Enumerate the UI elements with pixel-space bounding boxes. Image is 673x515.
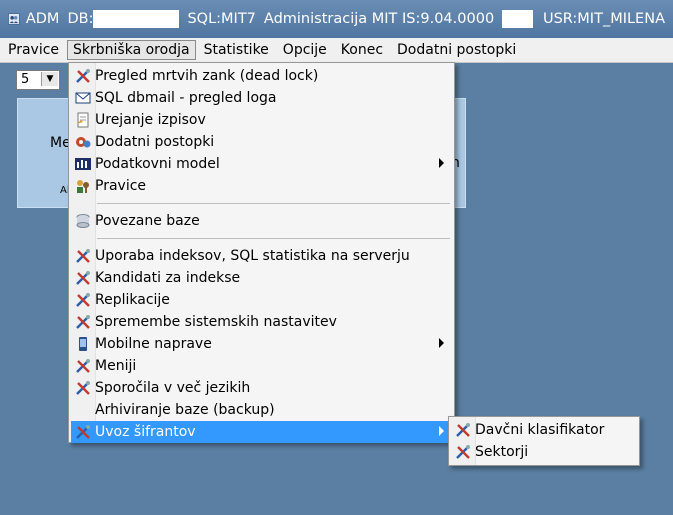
menu-item[interactable]: Dodatni postopki xyxy=(71,131,452,153)
menu-item[interactable]: Pravice xyxy=(71,175,452,197)
menu-item-label: Uvoz šifrantov xyxy=(95,424,196,440)
skrbniska-orodja-dropdown: Pregled mrtvih zank (dead lock) SQL dbmai… xyxy=(68,62,455,443)
tools-icon xyxy=(75,314,91,330)
uvoz-sifrantov-submenu: Davčni klasifikator Sektorji xyxy=(448,416,640,466)
menu-item[interactable]: Replikacije xyxy=(71,289,452,311)
menu-item-label: Spremembe sistemskih nastavitev xyxy=(95,314,337,330)
menu-separator xyxy=(97,203,450,204)
menu-item-label: SQL dbmail - pregled loga xyxy=(95,90,277,106)
submenu-item-label: Sektorji xyxy=(475,444,529,460)
menu-item[interactable]: Pregled mrtvih zank (dead lock) xyxy=(71,65,452,87)
data-model-icon xyxy=(75,156,91,172)
tools-icon xyxy=(75,380,91,396)
tools-icon xyxy=(75,68,91,84)
tools-icon xyxy=(455,444,471,460)
tools-icon xyxy=(75,248,91,264)
count-select-value: 5 xyxy=(21,72,30,87)
redacted-field xyxy=(502,10,533,28)
menu-item-label: Kandidati za indekse xyxy=(95,270,241,286)
menu-item-label: Dodatni postopki xyxy=(95,134,215,150)
title-bar: ADM DB: SQL:MIT7 Administracija MIT IS:9… xyxy=(0,0,673,38)
menu-item[interactable]: Podatkovni model xyxy=(71,153,452,175)
menu-separator xyxy=(97,238,450,239)
menu-item[interactable]: Uvoz šifrantov xyxy=(71,421,452,443)
menu-item[interactable]: Povezane baze xyxy=(71,210,452,232)
tools-icon xyxy=(75,358,91,374)
menu-item[interactable]: Uporaba indeksov, SQL statistika na serv… xyxy=(71,245,452,267)
menu-item-label: Sporočila v več jezikih xyxy=(95,380,251,396)
chevron-right-icon xyxy=(439,338,444,348)
tools-icon xyxy=(75,424,91,440)
document-icon xyxy=(75,112,91,128)
menu-item-label: Urejanje izpisov xyxy=(95,112,206,128)
mobile-icon xyxy=(75,336,91,352)
menu-item[interactable]: Mobilne naprave xyxy=(71,333,452,355)
menu-item[interactable]: Kandidati za indekse xyxy=(71,267,452,289)
app-logo-icon xyxy=(8,13,20,25)
tools-icon xyxy=(75,292,91,308)
menu-item[interactable]: Spremembe sistemskih nastavitev xyxy=(71,311,452,333)
blank-icon xyxy=(75,402,91,418)
menu-item[interactable]: Meniji xyxy=(71,355,452,377)
menu-opcije[interactable]: Opcije xyxy=(277,40,333,60)
menu-item-label: Pravice xyxy=(95,178,147,194)
menu-item-label: Povezane baze xyxy=(95,213,200,229)
gear-globe-icon xyxy=(75,134,91,150)
menu-item-label: Mobilne naprave xyxy=(95,336,212,352)
tools-icon xyxy=(75,270,91,286)
menu-item-label: Podatkovni model xyxy=(95,156,220,172)
admin-version: Administracija MIT IS:9.04.0000 xyxy=(263,11,495,27)
menu-skrbniska-orodja[interactable]: Skrbniška orodja xyxy=(67,40,196,60)
tools-icon xyxy=(455,422,471,438)
count-select[interactable]: 5 ▼ xyxy=(16,70,60,90)
menu-konec[interactable]: Konec xyxy=(335,40,389,60)
database-icon xyxy=(75,213,91,229)
submenu-item[interactable]: Sektorji xyxy=(451,441,637,463)
menu-item[interactable]: Urejanje izpisov xyxy=(71,109,452,131)
dropdown-arrow-icon[interactable]: ▼ xyxy=(41,72,58,86)
menu-item-label: Meniji xyxy=(95,358,137,374)
menu-statistike[interactable]: Statistike xyxy=(198,40,275,60)
menu-item[interactable]: SQL dbmail - pregled loga xyxy=(71,87,452,109)
chevron-right-icon xyxy=(439,426,444,436)
menu-item-label: Pregled mrtvih zank (dead lock) xyxy=(95,68,319,84)
submenu-item[interactable]: Davčni klasifikator xyxy=(451,419,637,441)
app-name: ADM xyxy=(25,11,60,27)
menu-item-label: Uporaba indeksov, SQL statistika na serv… xyxy=(95,248,410,264)
menu-item-label: Arhiviranje baze (backup) xyxy=(95,402,275,418)
user-label: USR:MIT_MILENA xyxy=(542,11,665,27)
menu-item[interactable]: Arhiviranje baze (backup) xyxy=(71,399,452,421)
menu-dodatni-postopki[interactable]: Dodatni postopki xyxy=(391,40,522,60)
chevron-right-icon xyxy=(439,158,444,168)
db-label: DB: xyxy=(67,10,180,28)
sql-server: SQL:MIT7 xyxy=(187,11,256,27)
menu-bar: Pravice Skrbniška orodja Statistike Opci… xyxy=(0,38,673,63)
menu-item[interactable]: Sporočila v več jezikih xyxy=(71,377,452,399)
users-key-icon xyxy=(75,178,91,194)
menu-item-label: Replikacije xyxy=(95,292,170,308)
menu-pravice[interactable]: Pravice xyxy=(2,40,65,60)
mail-log-icon xyxy=(75,90,91,106)
desktop-tile-left[interactable]: Me Al xyxy=(17,98,75,208)
submenu-item-label: Davčni klasifikator xyxy=(475,422,605,438)
